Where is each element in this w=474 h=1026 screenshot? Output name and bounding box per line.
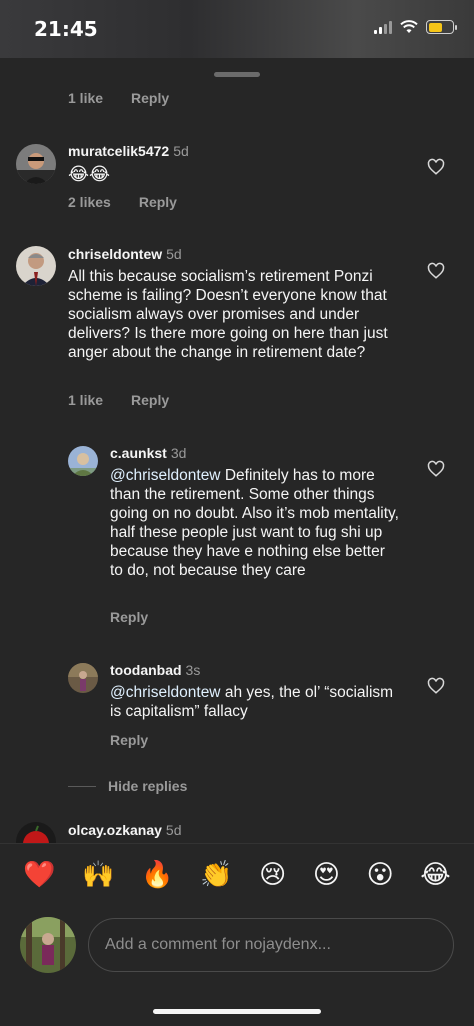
heart-icon[interactable]	[427, 262, 445, 280]
avatar[interactable]	[68, 446, 98, 476]
comment-actions: 1 like Reply	[68, 90, 169, 106]
wifi-icon	[400, 20, 418, 33]
comment-input-placeholder: Add a comment for nojaydenx...	[105, 936, 331, 953]
emoji-laughing[interactable]: 😂	[420, 861, 450, 887]
reply-username[interactable]: c.aunkst 3d	[110, 445, 186, 461]
status-time: 21:45	[34, 17, 98, 41]
reply-actions: Reply	[110, 732, 148, 748]
emoji-crying[interactable]: 😢	[259, 861, 286, 887]
comment-input[interactable]: Add a comment for nojaydenx...	[88, 918, 454, 972]
signal-icon	[374, 20, 392, 34]
comments-sheet: 1 like Reply muratcelik5472 5d 😂😂 2 likes…	[0, 58, 474, 1026]
comment-actions: 1 like Reply	[68, 392, 169, 408]
emoji-raised-hands[interactable]: 🙌	[82, 861, 114, 887]
status-icons	[374, 20, 457, 34]
battery-icon	[426, 20, 457, 34]
status-bar: 21:45	[0, 0, 474, 58]
reply-button[interactable]: Reply	[139, 194, 177, 210]
avatar[interactable]	[68, 663, 98, 693]
comment-actions: 2 likes Reply	[68, 194, 177, 210]
avatar[interactable]	[20, 917, 76, 973]
hide-replies-button[interactable]: Hide replies	[68, 778, 187, 794]
reply-button[interactable]: Reply	[131, 90, 169, 106]
reply-actions: Reply	[110, 609, 148, 625]
comment-username[interactable]: chriseldontew 5d	[68, 246, 182, 262]
heart-icon[interactable]	[427, 158, 445, 176]
emoji-heart[interactable]: ❤️	[23, 861, 55, 887]
reply-time: 3d	[170, 445, 187, 461]
likes-count[interactable]: 1 like	[68, 90, 103, 106]
comment-text: All this because socialism’s retirement …	[68, 268, 388, 361]
emoji-clapping[interactable]: 👏	[200, 861, 232, 887]
reply-text: @chriseldontew ah yes, the ol’ “socialis…	[110, 684, 394, 720]
avatar[interactable]	[16, 144, 56, 184]
reply-text: @chriseldontew Definitely has to more th…	[110, 467, 399, 579]
comment-username[interactable]: olcay.ozkanay 5d	[68, 822, 181, 838]
comment-time: 5d	[173, 143, 189, 159]
reply-button[interactable]: Reply	[110, 609, 148, 625]
heart-icon[interactable]	[427, 677, 445, 695]
mention-link[interactable]: @chriseldontew	[110, 684, 221, 701]
home-indicator	[153, 1009, 321, 1014]
emoji-fire[interactable]: 🔥	[141, 861, 173, 887]
comment-text: 😂😂	[68, 164, 111, 184]
reply-button[interactable]: Reply	[131, 392, 169, 408]
reply-button[interactable]: Reply	[110, 732, 148, 748]
emoji-surprised[interactable]: 😮	[367, 861, 394, 887]
emoji-reaction-bar: ❤️ 🙌 🔥 👏 😢 😍 😮 😂	[0, 843, 474, 903]
avatar[interactable]	[16, 246, 56, 286]
comment-time: 5d	[166, 246, 182, 262]
reply-time: 3s	[185, 662, 201, 678]
mention-link[interactable]: @chriseldontew	[110, 467, 221, 484]
comment-username[interactable]: muratcelik5472 5d	[68, 143, 189, 159]
comment-composer: Add a comment for nojaydenx...	[20, 916, 454, 974]
heart-icon[interactable]	[427, 460, 445, 478]
reply-username[interactable]: toodanbad 3s	[110, 662, 200, 678]
comment-time: 5d	[165, 822, 182, 838]
emoji-heart-eyes[interactable]: 😍	[313, 861, 340, 887]
divider	[68, 785, 96, 787]
likes-count[interactable]: 2 likes	[68, 194, 111, 210]
sheet-grabber[interactable]	[214, 72, 260, 77]
likes-count[interactable]: 1 like	[68, 392, 103, 408]
hide-replies-label: Hide replies	[108, 778, 188, 794]
